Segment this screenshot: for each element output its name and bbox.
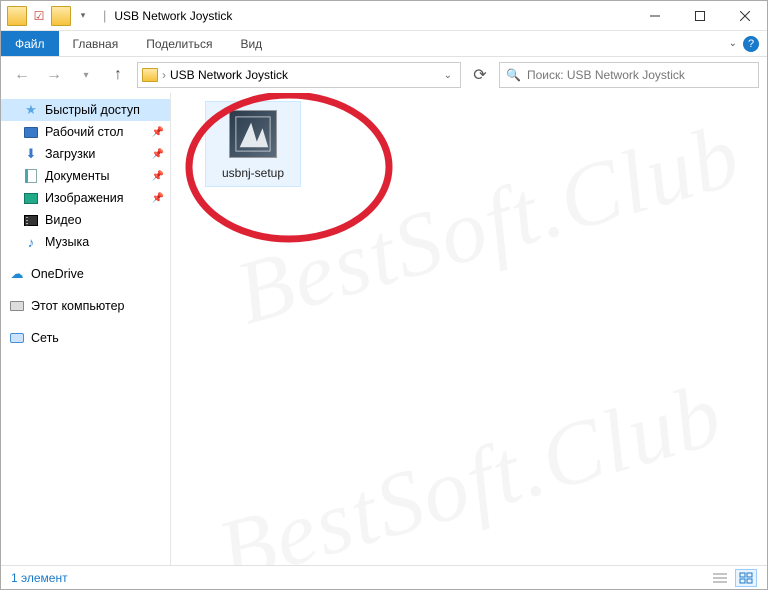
desktop-icon [23, 124, 39, 140]
details-view-button[interactable] [709, 569, 731, 587]
pin-icon: 📌 [152, 149, 164, 160]
sidebar-item-label: Видео [45, 213, 82, 227]
sidebar-network[interactable]: Сеть [1, 327, 170, 349]
address-dropdown-icon[interactable]: ⌄ [440, 70, 456, 81]
sidebar-item-label: Рабочий стол [45, 125, 123, 139]
sidebar-item-label: Быстрый доступ [45, 103, 140, 117]
sidebar-desktop[interactable]: Рабочий стол 📌 [1, 121, 170, 143]
sidebar-item-label: Сеть [31, 331, 59, 345]
address-path[interactable]: USB Network Joystick [170, 68, 288, 82]
videos-icon [23, 212, 39, 228]
sidebar-item-label: Загрузки [45, 147, 95, 161]
help-icon[interactable]: ? [743, 36, 759, 52]
sidebar-thispc[interactable]: Этот компьютер [1, 295, 170, 317]
explorer-window: ☑ ▾ | USB Network Joystick Файл Главная … [0, 0, 768, 590]
qat-properties-icon[interactable]: ☑ [29, 6, 49, 26]
music-icon: ♪ [23, 234, 39, 250]
sidebar-item-label: OneDrive [31, 267, 84, 281]
sidebar-downloads[interactable]: ⬇ Загрузки 📌 [1, 143, 170, 165]
pictures-icon [23, 190, 39, 206]
titlebar: ☑ ▾ | USB Network Joystick [1, 1, 767, 31]
watermark: BestSoft.Club [207, 363, 734, 565]
body: ★ Быстрый доступ Рабочий стол 📌 ⬇ Загруз… [1, 93, 767, 565]
sidebar-quick-access[interactable]: ★ Быстрый доступ [1, 99, 170, 121]
search-box[interactable]: 🔍 Поиск: USB Network Joystick [499, 62, 759, 88]
expand-ribbon-icon[interactable]: ⌄ [729, 38, 737, 49]
pin-icon: 📌 [152, 193, 164, 204]
separator: | [99, 8, 110, 23]
sidebar-documents[interactable]: Документы 📌 [1, 165, 170, 187]
status-item-count: 1 элемент [11, 571, 68, 585]
nav-up-button[interactable]: ↑ [105, 62, 131, 88]
tab-view[interactable]: Вид [226, 31, 276, 56]
documents-icon [23, 168, 39, 184]
onedrive-icon: ☁ [9, 266, 25, 282]
file-thumbnail [229, 110, 277, 158]
sidebar-item-label: Музыка [45, 235, 89, 249]
sidebar-videos[interactable]: Видео [1, 209, 170, 231]
chevron-right-icon[interactable]: › [162, 68, 166, 82]
folder-icon [7, 6, 27, 26]
view-switcher [709, 569, 757, 587]
content-area[interactable]: BestSoft.Club BestSoft.Club usbnj-setup [171, 93, 767, 565]
nav-pane: ★ Быстрый доступ Рабочий стол 📌 ⬇ Загруз… [1, 93, 171, 565]
window-title: USB Network Joystick [110, 9, 232, 23]
file-name: usbnj-setup [210, 166, 296, 180]
sidebar-pictures[interactable]: Изображения 📌 [1, 187, 170, 209]
search-icon: 🔍 [506, 68, 521, 82]
maximize-button[interactable] [677, 1, 722, 31]
sidebar-music[interactable]: ♪ Музыка [1, 231, 170, 253]
nav-recent-icon[interactable]: ▾ [73, 62, 99, 88]
sidebar-item-label: Этот компьютер [31, 299, 124, 313]
refresh-button[interactable]: ⟳ [467, 63, 493, 87]
address-bar[interactable]: › USB Network Joystick ⌄ [137, 62, 461, 88]
search-placeholder: Поиск: USB Network Joystick [527, 68, 685, 82]
folder-icon [51, 6, 71, 26]
pc-icon [9, 298, 25, 314]
nav-back-button[interactable]: ← [9, 62, 35, 88]
file-item[interactable]: usbnj-setup [205, 101, 301, 187]
sidebar-item-label: Документы [45, 169, 109, 183]
pin-icon: 📌 [152, 171, 164, 182]
sidebar-item-label: Изображения [45, 191, 124, 205]
sidebar-onedrive[interactable]: ☁ OneDrive [1, 263, 170, 285]
pin-icon: 📌 [152, 127, 164, 138]
star-icon: ★ [23, 102, 39, 118]
network-icon [9, 330, 25, 346]
address-row: ← → ▾ ↑ › USB Network Joystick ⌄ ⟳ 🔍 Пои… [1, 57, 767, 93]
tab-file[interactable]: Файл [1, 31, 59, 56]
ribbon-right: ⌄ ? [721, 31, 767, 56]
folder-icon [142, 68, 158, 82]
window-controls [632, 1, 767, 31]
tab-share[interactable]: Поделиться [132, 31, 226, 56]
statusbar: 1 элемент [1, 565, 767, 589]
download-icon: ⬇ [23, 146, 39, 162]
close-button[interactable] [722, 1, 767, 31]
icons-view-button[interactable] [735, 569, 757, 587]
qat-dropdown-icon[interactable]: ▾ [73, 6, 93, 26]
qat: ☑ ▾ [1, 6, 99, 26]
minimize-button[interactable] [632, 1, 677, 31]
nav-forward-button: → [41, 62, 67, 88]
ribbon-tabs: Файл Главная Поделиться Вид ⌄ ? [1, 31, 767, 57]
watermark: BestSoft.Club [224, 104, 751, 346]
tab-home[interactable]: Главная [59, 31, 133, 56]
